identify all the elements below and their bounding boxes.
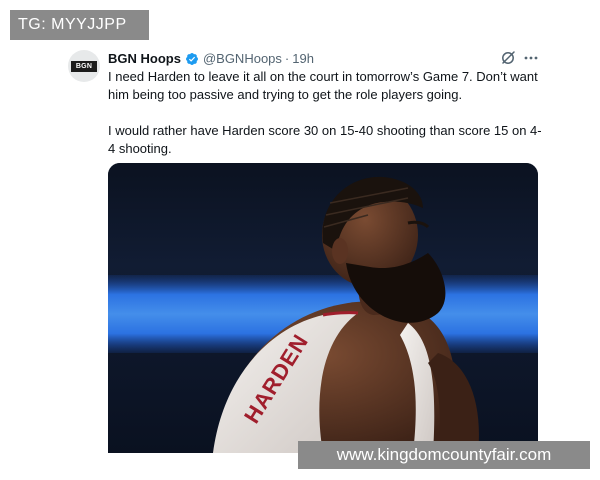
tweet-card[interactable]: BGN BGN Hoops @BGNHoops · 19h I need Har… [60,40,548,480]
grok-icon[interactable] [500,50,516,66]
tweet-paragraph-1: I need Harden to leave it all on the cou… [108,69,538,102]
handle[interactable]: @BGNHoops [203,50,282,68]
more-options-icon[interactable] [523,50,539,66]
watermark-bottom: www.kingdomcountyfair.com [298,441,590,469]
tweet-paragraph-2: I would rather have Harden score 30 on 1… [108,123,542,156]
tweet-media-photo[interactable]: HARDEN [108,163,538,453]
tweet-text: I need Harden to leave it all on the cou… [108,68,548,158]
photo-illustration: HARDEN [108,163,538,453]
watermark-top: TG: MYYJJPP [10,10,149,40]
display-name[interactable]: BGN Hoops [108,50,181,68]
tweet-header: BGN Hoops @BGNHoops · 19h [108,50,314,68]
timestamp[interactable]: 19h [292,50,314,68]
verified-badge-icon [185,53,198,65]
separator-dot: · [284,51,290,66]
avatar[interactable]: BGN [68,50,100,82]
avatar-logo-text: BGN [71,61,97,72]
